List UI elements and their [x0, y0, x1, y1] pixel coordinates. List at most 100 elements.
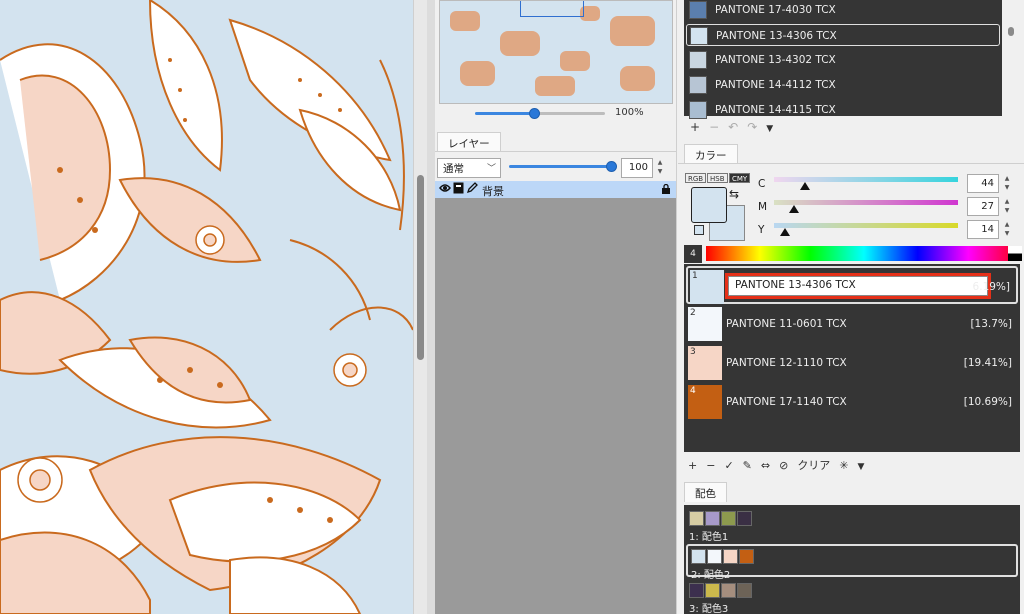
color-scheme-item[interactable]: 3: 配色3 [686, 580, 1018, 614]
color-index: 3 [690, 347, 696, 357]
add-icon[interactable]: + [688, 459, 697, 472]
remove-icon[interactable]: − [706, 459, 715, 472]
channel-value-input[interactable]: 14 [967, 220, 999, 239]
navigator-view-rect[interactable] [520, 1, 584, 17]
channel-slider-knob[interactable] [800, 182, 811, 190]
sparkle-icon[interactable]: ✳ [839, 459, 848, 472]
channel-slider-knob[interactable] [780, 228, 791, 236]
channel-stepper[interactable]: ▲ ▼ [1001, 174, 1013, 193]
color-set-toolbar: + − ✓ ✎ ⇔ ⊘ クリア ✳ ▼ [688, 457, 873, 475]
color-set-item[interactable]: 4 PANTONE 17-1140 TCX [10.69%] [686, 383, 1018, 421]
color-name: PANTONE 17-1140 TCX [726, 396, 847, 408]
tab-color-scheme[interactable]: 配色 [684, 482, 727, 502]
color-scheme-item[interactable]: 2: 配色2 [686, 544, 1018, 581]
zoom-slider-knob[interactable] [528, 108, 540, 119]
scheme-color-swatch [737, 511, 752, 526]
channel-slider-knob[interactable] [789, 205, 800, 213]
pantone-list: PANTONE 17-4030 TCX PANTONE 13-4306 TCX PA… [684, 0, 1002, 119]
canvas-artwork [0, 0, 413, 614]
blend-mode-select[interactable]: 通常 ﹀ [437, 158, 501, 178]
lock-icon[interactable] [662, 183, 670, 194]
mode-tab-hsb[interactable]: HSB [707, 173, 728, 183]
opacity-input[interactable]: 100 [621, 158, 653, 178]
swap-colors-icon[interactable]: ⇆ [729, 187, 739, 201]
menu-caret-icon[interactable]: ▼ [766, 124, 773, 134]
menu-caret-icon[interactable]: ▼ [858, 462, 865, 472]
zoom-slider-fill[interactable] [475, 112, 534, 115]
zoom-slider-track[interactable] [533, 112, 605, 115]
layer-list: 背景 [435, 181, 676, 614]
pantone-toolbar: + − ↶ ↷ ▼ [690, 120, 782, 138]
opacity-slider-fill [509, 165, 611, 168]
pen-icon[interactable]: ✎ [743, 459, 752, 472]
middle-panel: 100% レイヤー 通常 ﹀ 100 ▲ ▼ 背景 [435, 0, 677, 614]
remove-icon[interactable]: − [709, 120, 719, 134]
opacity-stepper[interactable]: ▲ ▼ [654, 158, 666, 178]
color-set-item[interactable]: 2 PANTONE 11-0601 TCX [13.7%] [686, 305, 1018, 343]
scheme-color-swatch [721, 583, 736, 598]
eye-icon[interactable] [439, 182, 451, 197]
color-count: 4 [684, 245, 702, 263]
color-name: PANTONE 11-0601 TCX [726, 318, 847, 330]
pantone-list-item[interactable]: PANTONE 13-4302 TCX [686, 49, 1000, 71]
scheme-color-swatch [723, 549, 738, 564]
opacity-slider-knob[interactable] [606, 161, 617, 172]
color-index: 1 [692, 271, 698, 281]
pantone-list-item[interactable]: PANTONE 17-4030 TCX [686, 0, 1000, 21]
swap-horizontal-icon[interactable]: ⇔ [761, 459, 770, 472]
transparent-color-swatch[interactable] [694, 225, 704, 235]
layer-controls: 通常 ﹀ 100 ▲ ▼ [435, 151, 676, 181]
scheme-color-swatch [689, 511, 704, 526]
pantone-list-item[interactable]: PANTONE 14-4112 TCX [686, 74, 1000, 96]
channel-stepper[interactable]: ▲ ▼ [1001, 197, 1013, 216]
add-icon[interactable]: + [690, 120, 700, 134]
mode-tab-rgb[interactable]: RGB [685, 173, 707, 183]
pantone-list-item[interactable]: PANTONE 13-4306 TCX [686, 24, 1000, 46]
scrollbar-thumb[interactable] [417, 175, 424, 360]
color-percentage: 6.19%] [972, 281, 1010, 293]
color-swatch [689, 1, 707, 19]
channel-stepper[interactable]: ▲ ▼ [1001, 220, 1013, 239]
pantone-list-item[interactable]: PANTONE 14-4115 TCX [686, 99, 1000, 121]
tab-color[interactable]: カラー [684, 144, 738, 164]
scheme-color-swatch [689, 583, 704, 598]
channel-value-input[interactable]: 44 [967, 174, 999, 193]
color-name-edit-field[interactable]: PANTONE 13-4306 TCX [725, 273, 991, 299]
pantone-label: PANTONE 14-4115 TCX [715, 104, 836, 116]
navigator-thumbnail[interactable] [439, 0, 673, 104]
opacity-slider[interactable] [509, 161, 617, 172]
color-swatch [689, 76, 707, 94]
color-set-item[interactable]: 3 PANTONE 12-1110 TCX [19.41%] [686, 344, 1018, 382]
channel-slider[interactable] [774, 223, 958, 228]
scheme-color-swatch [705, 511, 720, 526]
tab-layers[interactable]: レイヤー [437, 132, 501, 152]
pantone-label: PANTONE 13-4306 TCX [716, 30, 837, 42]
layer-item[interactable]: 背景 [435, 181, 676, 198]
undo-icon[interactable]: ↶ [728, 120, 738, 134]
channel-value-input[interactable]: 27 [967, 197, 999, 216]
channel-slider[interactable] [774, 200, 958, 205]
drawing-canvas[interactable] [0, 0, 413, 614]
color-scheme-label: 1: 配色1 [689, 532, 729, 543]
clear-button[interactable]: クリア [797, 457, 830, 473]
color-index: 2 [690, 308, 696, 318]
pantone-label: PANTONE 17-4030 TCX [715, 4, 836, 16]
no-entry-icon[interactable]: ⊘ [779, 459, 788, 472]
channel-label: C [758, 178, 766, 190]
color-spectrum[interactable] [706, 246, 1022, 261]
panel-splitter[interactable] [427, 0, 435, 614]
color-set-item[interactable]: 1 PANTONE 13-4306 TCX 6.19%] [686, 266, 1018, 304]
pantone-list-scrollbar[interactable] [1004, 0, 1024, 140]
scrollbar-thumb[interactable] [1008, 27, 1014, 36]
color-swatch: 1 [690, 270, 724, 304]
canvas-vertical-scrollbar[interactable] [413, 0, 427, 614]
color-index: 4 [690, 386, 696, 396]
redo-icon[interactable]: ↷ [747, 120, 757, 134]
mode-tab-cmy[interactable]: CMY [729, 173, 751, 183]
color-scheme-item[interactable]: 1: 配色1 [686, 508, 1018, 543]
pen-icon [466, 182, 478, 197]
zoom-level: 100% [615, 107, 644, 118]
pantone-label: PANTONE 14-4112 TCX [715, 79, 836, 91]
main-color-swatch[interactable] [691, 187, 727, 223]
check-icon[interactable]: ✓ [724, 459, 733, 472]
